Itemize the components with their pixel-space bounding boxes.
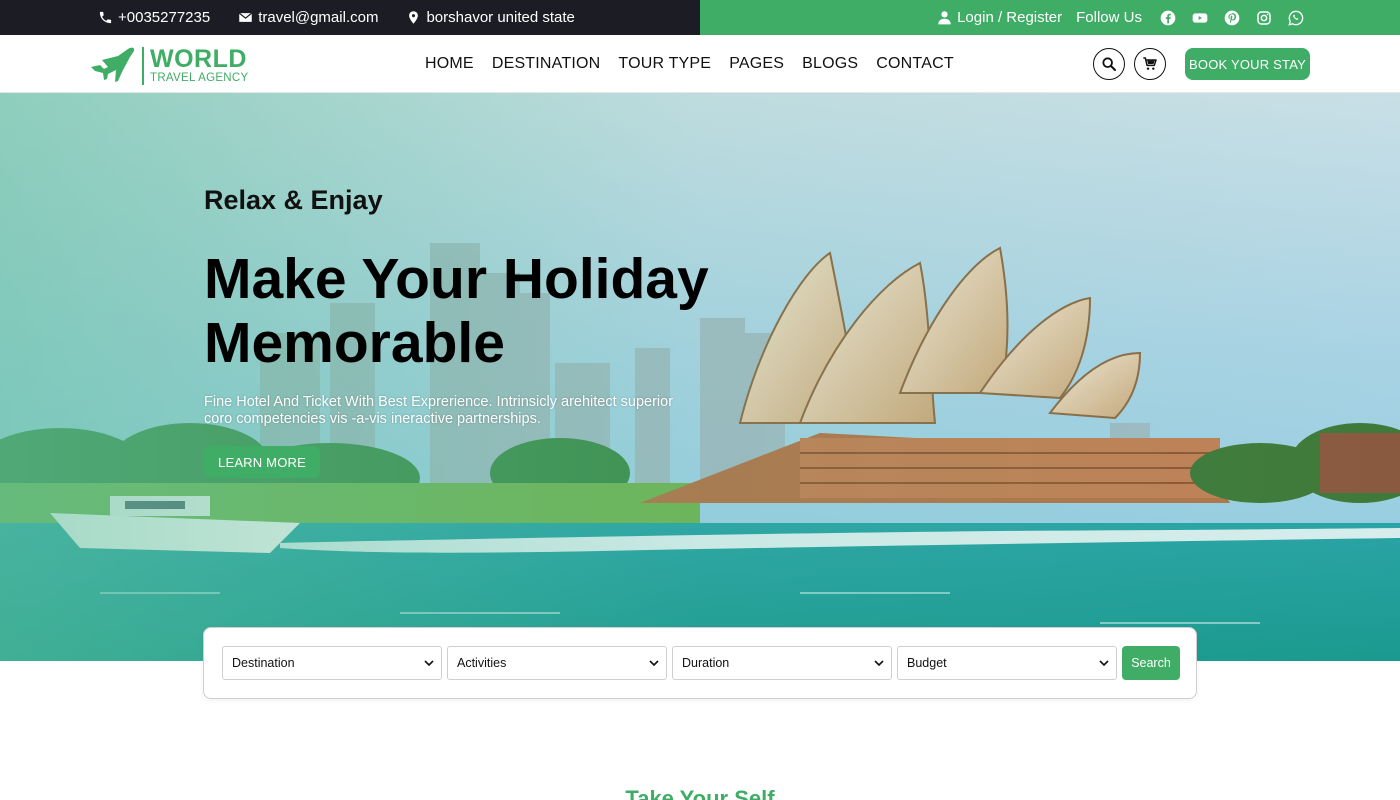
whatsapp-icon[interactable]: [1288, 10, 1304, 26]
top-bar: +0035277235 travel@gmail.com borshavor u…: [0, 0, 1400, 35]
activities-select[interactable]: Activities: [447, 646, 667, 680]
hero-title: Make Your Holiday Memorable: [204, 247, 709, 375]
envelope-icon: [239, 12, 253, 22]
hero-banner: Relax & Enjay Make Your Holiday Memorabl…: [0, 93, 1400, 661]
airplane-icon: [88, 43, 136, 88]
logo-main-text: WORLD: [150, 44, 247, 73]
section-title: Take Your Self: [625, 786, 775, 800]
main-header: WORLD TRAVEL AGENCY HOME DESTINATION TOU…: [0, 35, 1400, 93]
chevron-down-icon: [874, 660, 884, 667]
chevron-down-icon: [424, 660, 434, 667]
hero-background-image: [0, 93, 1400, 661]
phone-text: +0035277235: [118, 9, 211, 26]
budget-select-value: Budget: [907, 656, 947, 670]
hero-subtitle: Relax & Enjay: [204, 185, 383, 215]
chevron-down-icon: [1099, 660, 1109, 667]
instagram-icon[interactable]: [1256, 10, 1272, 26]
login-register-text: Login / Register: [957, 9, 1063, 26]
youtube-icon[interactable]: [1192, 10, 1208, 26]
logo-text: WORLD TRAVEL AGENCY: [150, 44, 249, 85]
phone-link[interactable]: +0035277235: [98, 9, 210, 26]
nav-pages[interactable]: PAGES: [729, 55, 784, 73]
hero-description: Fine Hotel And Ticket With Best Exprerie…: [204, 394, 674, 427]
search-button[interactable]: Search: [1122, 646, 1180, 680]
nav-blogs[interactable]: BLOGS: [802, 55, 858, 73]
follow-us-label: Follow Us: [1076, 9, 1142, 26]
user-icon: [938, 11, 951, 25]
duration-select[interactable]: Duration: [672, 646, 892, 680]
pinterest-icon[interactable]: [1224, 10, 1240, 26]
destination-select-value: Destination: [232, 656, 295, 670]
facebook-icon[interactable]: [1160, 10, 1176, 26]
phone-icon: [99, 11, 112, 24]
search-button[interactable]: [1093, 48, 1125, 80]
address-text: borshavor united state: [426, 9, 575, 26]
email-text: travel@gmail.com: [258, 9, 379, 26]
logo-divider: [142, 46, 144, 85]
nav-home[interactable]: HOME: [425, 55, 474, 73]
logo[interactable]: WORLD TRAVEL AGENCY: [88, 43, 248, 88]
logo-sub-text: TRAVEL AGENCY: [150, 71, 249, 84]
login-register-link[interactable]: Login / Register: [937, 9, 1062, 26]
map-pin-icon: [409, 11, 419, 24]
nav-tour-type[interactable]: TOUR TYPE: [618, 55, 711, 73]
duration-select-value: Duration: [682, 656, 730, 670]
destination-select[interactable]: Destination: [222, 646, 442, 680]
trip-search-panel: Destination Activities Duration Budget S…: [203, 627, 1197, 699]
budget-select[interactable]: Budget: [897, 646, 1117, 680]
book-your-stay-button[interactable]: BOOK YOUR STAY: [1185, 48, 1310, 80]
social-links: [1160, 10, 1304, 26]
main-nav: HOME DESTINATION TOUR TYPE PAGES BLOGS C…: [425, 35, 954, 93]
learn-more-button[interactable]: LEARN MORE: [204, 446, 320, 478]
cart-button[interactable]: [1134, 48, 1166, 80]
address-item: borshavor united state: [406, 9, 575, 26]
cart-icon: [1143, 57, 1157, 70]
account-bar: Login / Register Follow Us: [700, 0, 1400, 35]
nav-destination[interactable]: DESTINATION: [492, 55, 601, 73]
contact-bar: +0035277235 travel@gmail.com borshavor u…: [0, 0, 700, 35]
email-link[interactable]: travel@gmail.com: [238, 9, 378, 26]
nav-contact[interactable]: CONTACT: [876, 55, 954, 73]
search-icon: [1102, 57, 1116, 71]
activities-select-value: Activities: [457, 656, 507, 670]
chevron-down-icon: [649, 660, 659, 667]
